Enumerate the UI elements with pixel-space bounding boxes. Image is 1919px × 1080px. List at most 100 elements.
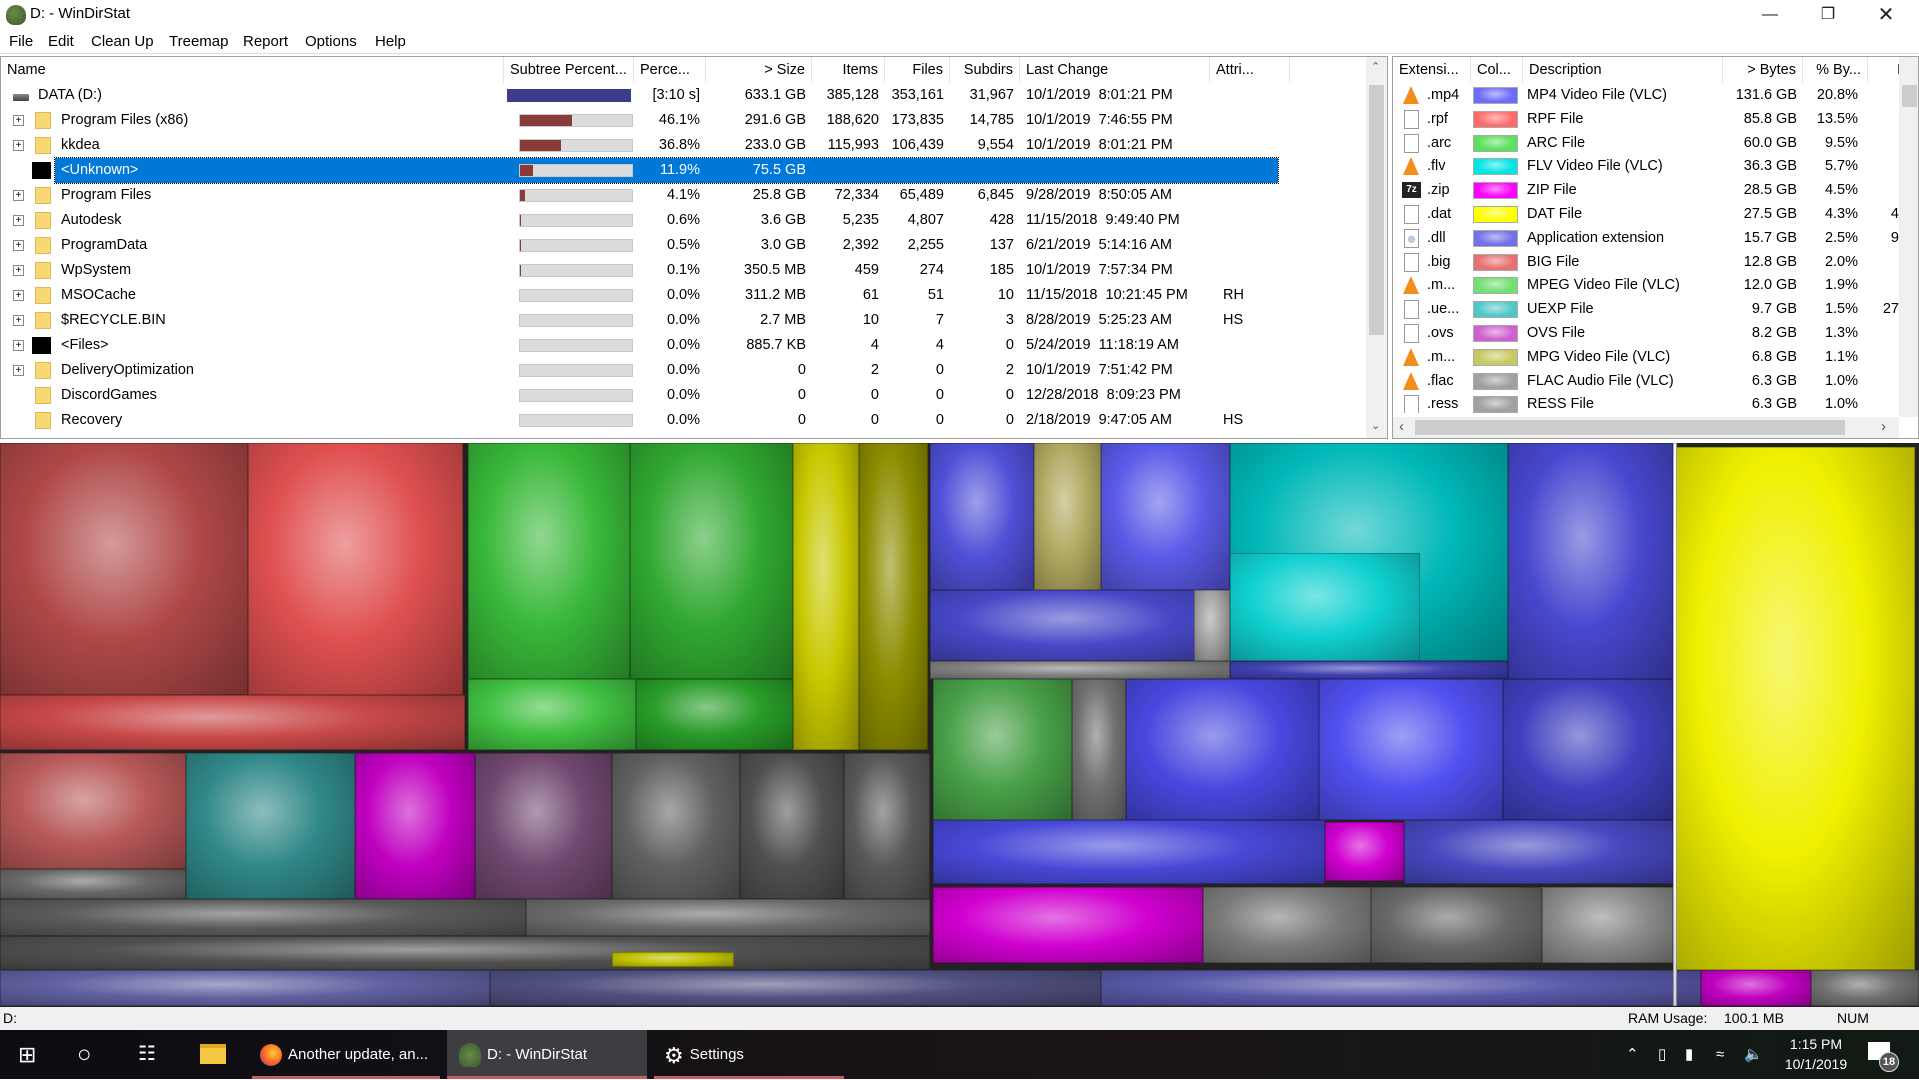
scroll-right-arrow-icon[interactable]: ›: [1881, 418, 1886, 435]
tree-row[interactable]: +$RECYCLE.BIN0.0%2.7 MB10738/28/2019 5:2…: [1, 308, 1366, 333]
treemap-cell[interactable]: [0, 936, 930, 970]
expand-toggle-icon[interactable]: +: [13, 190, 24, 201]
close-button[interactable]: ✕: [1857, 0, 1915, 30]
extension-row[interactable]: .arcARC File60.0 GB9.5%: [1393, 131, 1899, 155]
treemap-cell[interactable]: [1203, 887, 1371, 963]
treemap-cell[interactable]: [630, 443, 793, 679]
ext-column-header-2[interactable]: Description: [1523, 57, 1723, 83]
extension-row[interactable]: .mp4MP4 Video File (VLC)131.6 GB20.8%: [1393, 83, 1899, 107]
treemap-cell[interactable]: [1072, 679, 1126, 820]
ext-column-header-4[interactable]: % By...: [1803, 57, 1868, 83]
treemap-cell[interactable]: [526, 899, 930, 936]
treemap-cell[interactable]: [859, 443, 928, 750]
treemap-cell[interactable]: [933, 820, 1326, 884]
extension-row[interactable]: .bigBIG File12.8 GB2.0%: [1393, 250, 1899, 274]
treemap-cell[interactable]: [636, 679, 793, 750]
treemap-cell[interactable]: [1404, 820, 1673, 884]
show-hidden-icons-chevron-icon[interactable]: ⌃: [1626, 1030, 1639, 1079]
menu-edit[interactable]: Edit: [48, 33, 74, 50]
treemap-cell[interactable]: [1230, 553, 1420, 661]
scroll-left-arrow-icon[interactable]: ‹: [1399, 418, 1404, 435]
treemap-cell[interactable]: [1101, 443, 1230, 590]
treemap-cell[interactable]: [186, 753, 355, 900]
expand-toggle-icon[interactable]: +: [13, 215, 24, 226]
extension-row[interactable]: .rpfRPF File85.8 GB13.5%: [1393, 107, 1899, 131]
tree-row[interactable]: Recovery0.0%00002/18/2019 9:47:05 AMHS: [1, 408, 1366, 433]
column-header-8[interactable]: Attri...: [1210, 57, 1290, 83]
tree-row[interactable]: DATA (D:)[3:10 s]633.1 GB385,128353,1613…: [1, 83, 1366, 108]
tree-scroll-thumb[interactable]: [1369, 85, 1384, 335]
ext-hscroll-thumb[interactable]: [1415, 420, 1845, 435]
treemap-cell[interactable]: [844, 753, 930, 900]
expand-toggle-icon[interactable]: +: [13, 140, 24, 151]
treemap-cell[interactable]: [933, 679, 1073, 820]
treemap-cell[interactable]: [612, 753, 741, 900]
column-header-2[interactable]: Perce...: [634, 57, 706, 83]
tree-row[interactable]: +MSOCache0.0%311.2 MB61511011/15/2018 10…: [1, 283, 1366, 308]
treemap-cell[interactable]: [0, 970, 490, 1005]
column-header-3[interactable]: > Size: [706, 57, 812, 83]
ext-scroll-thumb[interactable]: [1902, 85, 1917, 107]
ext-column-header-0[interactable]: Extensi...: [1393, 57, 1471, 83]
treemap-cell[interactable]: [930, 590, 1230, 661]
extension-row[interactable]: .ressRESS File6.3 GB1.0%: [1393, 392, 1899, 413]
cortana-search-icon[interactable]: ○: [77, 1030, 92, 1079]
menu-report[interactable]: Report: [243, 33, 288, 50]
tree-vertical-scrollbar[interactable]: ⌃ ⌄: [1366, 57, 1387, 438]
column-header-5[interactable]: Files: [885, 57, 950, 83]
ext-vertical-scrollbar[interactable]: [1899, 57, 1919, 417]
treemap-cell[interactable]: [1542, 887, 1673, 963]
expand-toggle-icon[interactable]: +: [13, 240, 24, 251]
restore-button[interactable]: ❐: [1799, 0, 1857, 30]
tree-row[interactable]: +DeliveryOptimization0.0%020210/1/2019 7…: [1, 358, 1366, 383]
treemap-cell[interactable]: [1230, 661, 1508, 679]
column-header-4[interactable]: Items: [812, 57, 885, 83]
treemap-cell[interactable]: [1701, 970, 1811, 1005]
menu-clean-up[interactable]: Clean Up: [91, 33, 154, 50]
extension-row[interactable]: 7z.zipZIP File28.5 GB4.5%: [1393, 178, 1899, 202]
treemap-cell[interactable]: [490, 970, 1102, 1005]
extension-row[interactable]: .ue...UEXP File9.7 GB1.5%27: [1393, 297, 1899, 321]
treemap-cell[interactable]: [0, 899, 526, 936]
ext-horizontal-scrollbar[interactable]: ‹ ›: [1393, 417, 1899, 438]
file-explorer-icon[interactable]: [200, 1030, 226, 1079]
treemap-cell[interactable]: [1503, 679, 1673, 820]
ext-column-header-1[interactable]: Col...: [1471, 57, 1523, 83]
treemap-cell[interactable]: [933, 887, 1203, 963]
treemap-cell[interactable]: [0, 443, 248, 695]
treemap[interactable]: [0, 443, 1919, 1007]
treemap-cell[interactable]: [1674, 447, 1915, 971]
menu-options[interactable]: Options: [305, 33, 357, 50]
column-header-7[interactable]: Last Change: [1020, 57, 1210, 83]
treemap-cell[interactable]: [1811, 970, 1919, 1005]
tree-row[interactable]: +kkdea36.8%233.0 GB115,993106,4399,55410…: [1, 133, 1366, 158]
taskbar-app-firefox[interactable]: Another update, an...: [252, 1030, 440, 1079]
treemap-cell[interactable]: [612, 952, 734, 967]
expand-toggle-icon[interactable]: +: [13, 365, 24, 376]
extension-row[interactable]: .datDAT File27.5 GB4.3%4: [1393, 202, 1899, 226]
extension-row[interactable]: .dllApplication extension15.7 GB2.5%9: [1393, 226, 1899, 250]
extension-row[interactable]: .flvFLV Video File (VLC)36.3 GB5.7%: [1393, 154, 1899, 178]
scroll-down-arrow-icon[interactable]: ⌄: [1371, 419, 1380, 432]
treemap-cell[interactable]: [1101, 970, 1701, 1005]
tree-row[interactable]: +WpSystem0.1%350.5 MB45927418510/1/2019 …: [1, 258, 1366, 283]
tree-row[interactable]: +Program Files4.1%25.8 GB72,33465,4896,8…: [1, 183, 1366, 208]
treemap-cell[interactable]: [475, 753, 612, 900]
treemap-cell[interactable]: [930, 661, 1230, 679]
treemap-cell[interactable]: [1034, 443, 1101, 590]
column-header-0[interactable]: Name: [1, 57, 504, 83]
expand-toggle-icon[interactable]: +: [13, 290, 24, 301]
windows-start-icon[interactable]: ⊞: [18, 1030, 36, 1079]
treemap-cell[interactable]: [468, 443, 631, 679]
treemap-cell[interactable]: [0, 695, 465, 750]
treemap-cell[interactable]: [1371, 887, 1542, 963]
scroll-up-arrow-icon[interactable]: ⌃: [1371, 60, 1380, 73]
column-header-1[interactable]: Subtree Percent...: [504, 57, 634, 83]
usb-device-icon[interactable]: ▯: [1658, 1030, 1666, 1079]
menu-file[interactable]: File: [9, 33, 33, 50]
treemap-cell[interactable]: [468, 679, 637, 750]
minimize-button[interactable]: —: [1741, 0, 1799, 30]
tree-row[interactable]: +Autodesk0.6%3.6 GB5,2354,80742811/15/20…: [1, 208, 1366, 233]
treemap-cell[interactable]: [1673, 443, 1677, 1006]
treemap-cell[interactable]: [740, 753, 844, 900]
